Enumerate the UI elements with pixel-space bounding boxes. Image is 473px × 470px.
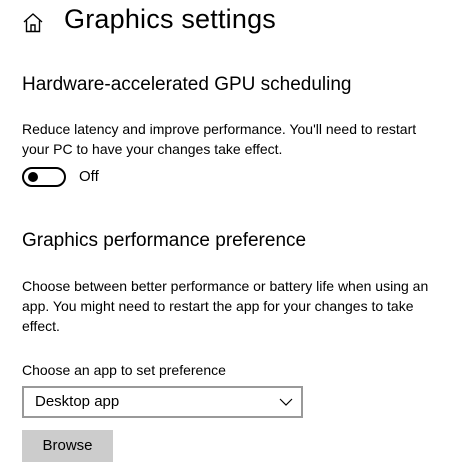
gpu-scheduling-description-line: your PC to have your changes take effect… — [22, 141, 283, 157]
gpu-scheduling-toggle[interactable] — [22, 167, 66, 187]
performance-preference-description-line: app. You might need to restart the app f… — [22, 298, 414, 314]
dropdown-selected-value: Desktop app — [35, 393, 120, 410]
browse-button[interactable]: Browse — [22, 430, 113, 462]
performance-preference-description-line: Choose between better performance or bat… — [22, 278, 429, 294]
home-icon[interactable] — [22, 12, 44, 34]
choose-app-label: Choose an app to set preference — [22, 362, 226, 378]
page-title: Graphics settings — [64, 4, 276, 34]
toggle-state-label: Off — [79, 168, 99, 185]
performance-preference-description: Choose between better performance or bat… — [22, 276, 428, 336]
toggle-knob — [28, 172, 38, 182]
gpu-scheduling-heading: Hardware-accelerated GPU scheduling — [22, 74, 352, 95]
performance-preference-heading: Graphics performance preference — [22, 230, 307, 251]
app-type-dropdown[interactable]: Desktop app — [22, 386, 303, 418]
chevron-down-icon — [279, 398, 293, 406]
gpu-scheduling-description-line: Reduce latency and improve performance. … — [22, 121, 417, 137]
performance-preference-description-line: effect. — [22, 318, 60, 334]
gpu-scheduling-description: Reduce latency and improve performance. … — [22, 119, 416, 159]
